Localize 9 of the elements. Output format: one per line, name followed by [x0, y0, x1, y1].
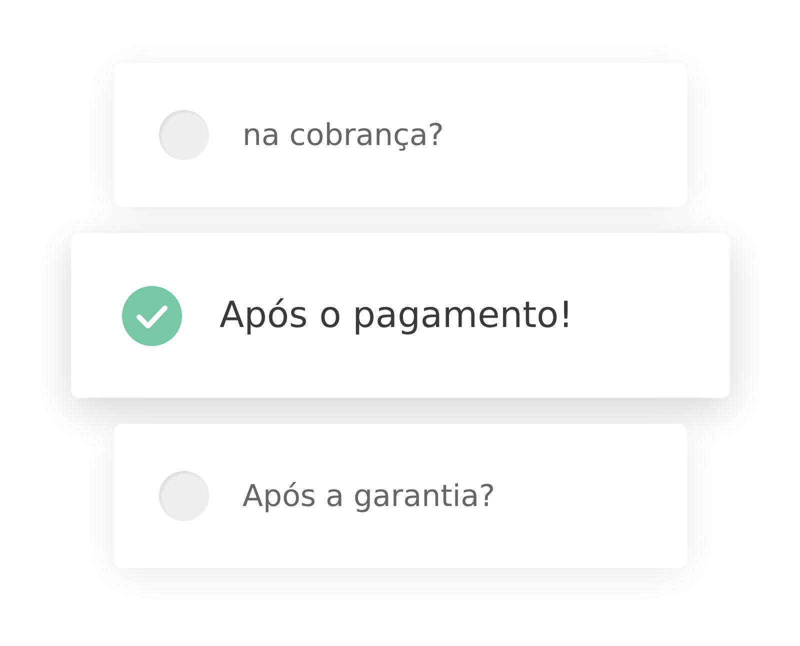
check-icon: [122, 286, 182, 346]
option-card[interactable]: Após o pagamento!: [70, 233, 730, 398]
radio-button[interactable]: [158, 471, 208, 521]
option-label: Após o pagamento!: [220, 295, 574, 336]
option-label: Após a garantia?: [242, 478, 496, 514]
radio-button[interactable]: [158, 110, 208, 160]
option-card[interactable]: na cobrança?: [114, 63, 686, 207]
option-label: na cobrança?: [242, 118, 444, 152]
option-card[interactable]: Após a garantia?: [114, 424, 686, 568]
